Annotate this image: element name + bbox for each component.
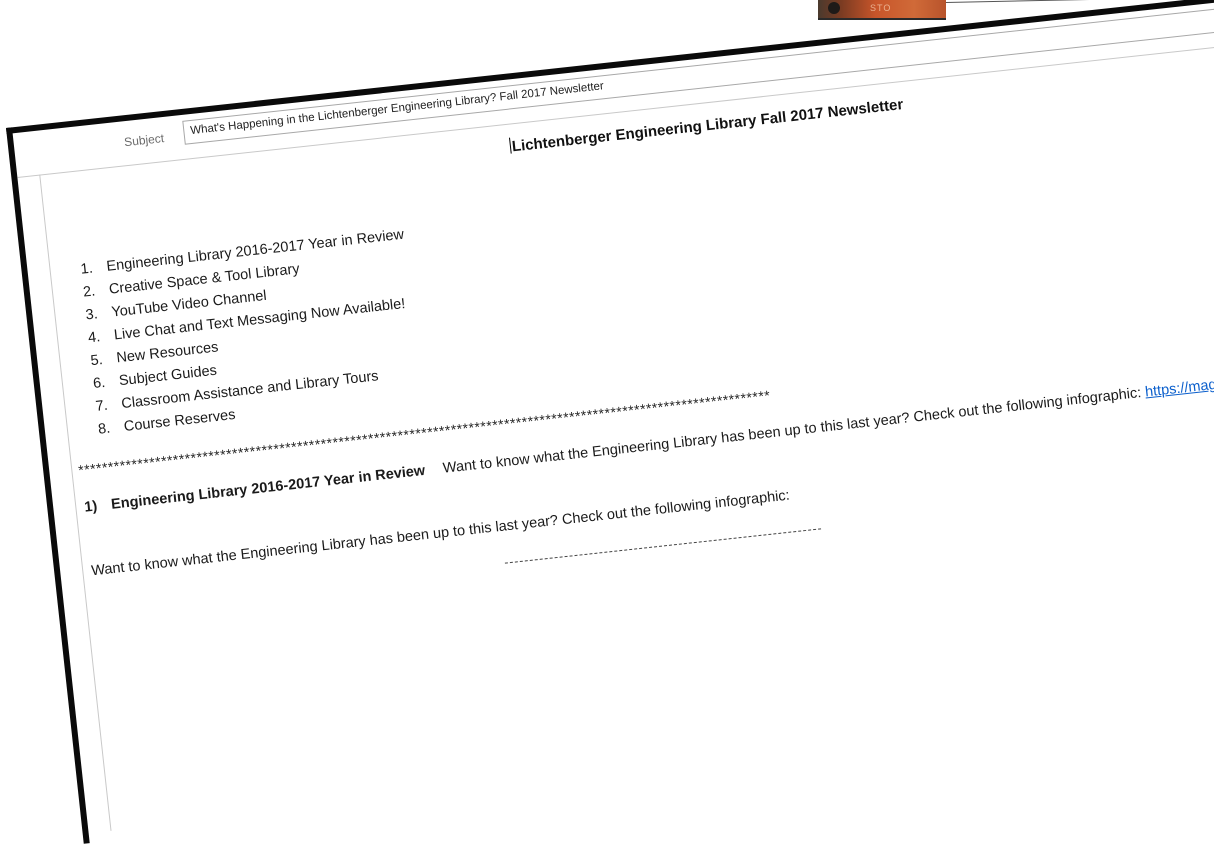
toc-item-number: 7. <box>94 397 109 415</box>
toc-item-number: 6. <box>92 374 107 393</box>
section-1-text: Want to know what the Engineering Librar… <box>442 384 1143 477</box>
toc-item-number: 3. <box>84 306 99 324</box>
message-body[interactable]: Lichtenberger Engineering Library Fall 2… <box>39 42 1214 831</box>
toc-item-number: 5. <box>89 351 104 370</box>
section-1-title: Engineering Library 2016-2017 Year in Re… <box>110 462 426 513</box>
toc-item-number: 8. <box>97 420 112 438</box>
subject-label: Subject <box>123 131 165 150</box>
email-compose-window: Subject What's Happening in the Lichtenb… <box>6 0 1214 844</box>
toc-item-number: 1. <box>79 260 94 278</box>
table-of-contents: 1. Engineering Library 2016-2017 Year in … <box>80 224 423 442</box>
corner-photo: STO <box>818 0 946 20</box>
dashed-divider <box>504 528 822 564</box>
toc-item-number: 2. <box>82 283 97 301</box>
infographic-link[interactable]: https://magic.piktochart.com/output/2365… <box>1144 347 1214 401</box>
toc-item-number: 4. <box>87 329 102 347</box>
corner-photo-text: STO <box>870 3 892 13</box>
corner-photo-dot <box>828 2 840 14</box>
section-1-number: 1) <box>83 498 99 516</box>
